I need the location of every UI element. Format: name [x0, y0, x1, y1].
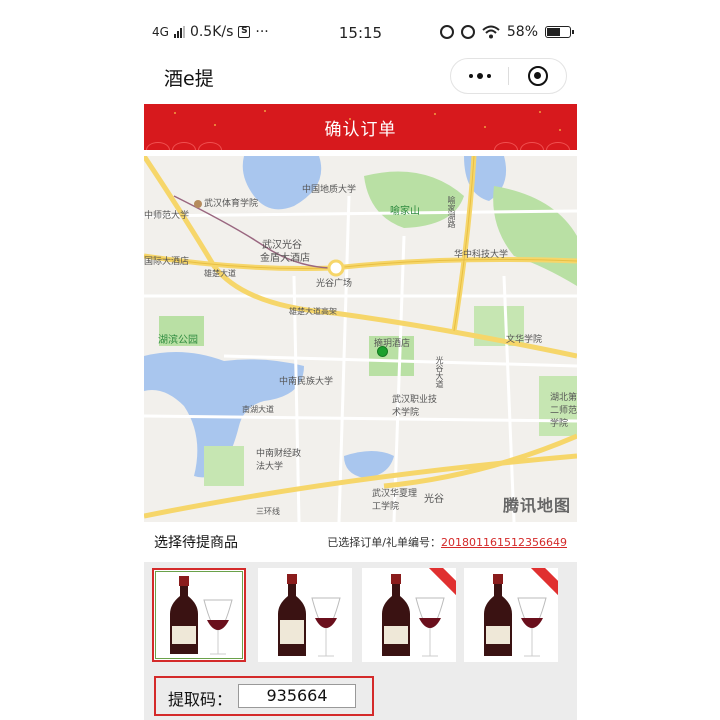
order-number-prefix: 已选择订单/礼单编号：	[327, 536, 442, 549]
order-number-link[interactable]: 20180116151235664​9	[441, 536, 567, 549]
app-title: 酒e提	[164, 68, 214, 90]
wine-bottle-image	[484, 574, 547, 657]
dot-icon	[476, 73, 483, 79]
target-icon	[527, 66, 548, 86]
map-label: 国际大酒店	[144, 257, 190, 267]
cloud-pattern	[520, 142, 544, 150]
map-label: 华中科技大学	[454, 250, 509, 260]
cloud-pattern	[198, 142, 222, 150]
pickup-code-row: 提取码： 935664	[144, 668, 577, 720]
map-label: 雄楚大道	[204, 269, 236, 278]
nav-bar: 酒e提	[144, 58, 577, 104]
map-label: 武汉体育学院	[194, 196, 258, 209]
confetti-dot	[539, 111, 541, 113]
product-item-4[interactable]	[464, 568, 558, 662]
map-label: 中南民族大学	[279, 377, 334, 387]
confetti-dot	[174, 112, 176, 114]
select-products-label: 选择待提商品	[154, 535, 238, 551]
pickup-code-label: 提取码：	[168, 690, 233, 709]
order-info-row: 选择待提商品 已选择订单/礼单编号：20180116151235664​9	[144, 522, 577, 562]
product-item-2[interactable]	[258, 568, 352, 662]
pickup-code-box: 提取码： 935664	[154, 676, 374, 716]
product-item-3[interactable]	[362, 568, 456, 662]
map-label: 湖北第二师范学院	[550, 393, 577, 429]
map-label: 金盾大酒店	[260, 253, 310, 264]
dot-icon	[486, 74, 491, 78]
wine-bottle-image	[278, 574, 341, 657]
map-label: 中南财经政法大学	[256, 449, 302, 472]
map-label: 中国地质大学	[302, 185, 357, 195]
cloud-pattern	[146, 142, 170, 150]
alarm-icon	[460, 25, 475, 39]
map-label: 光谷广场	[316, 279, 353, 289]
more-menu-button[interactable]	[451, 59, 508, 93]
wifi-icon	[482, 25, 500, 39]
map-label: 文华学院	[506, 335, 543, 345]
map-label: 光谷	[424, 494, 444, 505]
map-label: 南湖大道	[242, 405, 274, 414]
location-marker[interactable]	[377, 346, 388, 357]
status-bar: 4G 0.5K/s S ··· 15:15 58%	[144, 0, 577, 58]
map-label: 喻家湖路	[447, 196, 456, 228]
wine-bottle-image	[382, 574, 445, 657]
map-label: 三环线	[256, 507, 280, 516]
mini-program-capsule	[450, 58, 567, 94]
poi-icon	[194, 199, 202, 208]
map-view[interactable]: 中国地质大学 武汉体育学院 中师范大学 喻家山 武汉光谷 金盾大酒店 国际大酒店…	[144, 156, 577, 522]
product-item-1[interactable]	[152, 568, 246, 662]
battery-icon	[545, 26, 574, 38]
wine-bottle-image	[170, 576, 233, 655]
phone-screen: 4G 0.5K/s S ··· 15:15 58% 酒e提 确认订单 中国地质大…	[144, 0, 577, 720]
cloud-pattern	[494, 142, 518, 150]
battery-percent: 58%	[506, 24, 538, 40]
cloud-pattern	[546, 142, 570, 150]
pickup-code-field[interactable]: 935664	[238, 684, 356, 708]
page-title: 确认订单	[324, 120, 397, 140]
map-logo: 腾讯地图	[502, 496, 571, 515]
do-not-disturb-icon	[439, 25, 454, 39]
map-label: 中师范大学	[144, 211, 190, 221]
close-mini-program-button[interactable]	[509, 59, 566, 93]
map-label: 湖滨公园	[158, 335, 198, 346]
page-header: 确认订单	[144, 104, 577, 150]
cloud-pattern	[172, 142, 196, 150]
map-label: 光谷大道	[435, 356, 444, 388]
map-label: 雄楚大道高架	[289, 307, 337, 316]
map-label: 武汉职业技术学院	[392, 395, 438, 418]
map-label: 武汉华夏理工学院	[372, 489, 418, 512]
confetti-dot	[264, 110, 266, 112]
dot-icon	[468, 74, 473, 78]
product-list	[144, 562, 577, 668]
map-label: 喻家山	[390, 206, 420, 217]
